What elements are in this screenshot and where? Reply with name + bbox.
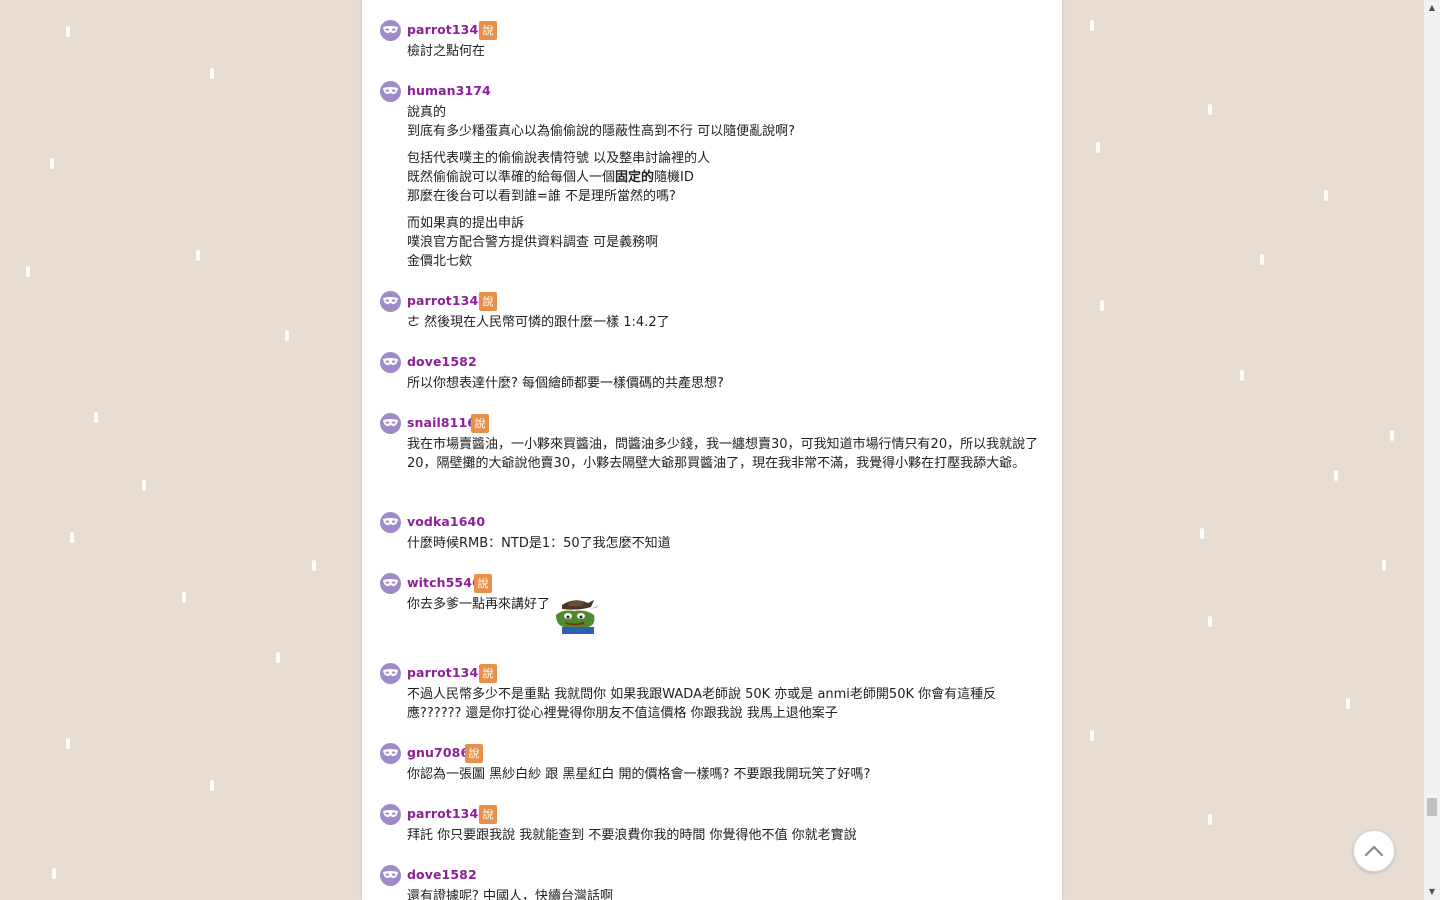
username[interactable]: parrot1344 bbox=[407, 805, 487, 823]
username[interactable]: dove1582 bbox=[407, 353, 477, 371]
anonymous-badge: 說 bbox=[474, 574, 492, 593]
comment-text: 拜託 你只要跟我說 我就能查到 不要浪費你我的時間 你覺得他不值 你就老實說 bbox=[407, 828, 857, 843]
mask-icon bbox=[380, 663, 401, 684]
comment-text: 所以你想表達什麼? 每個繪師都要一樣價碼的共產思想? bbox=[407, 376, 724, 391]
background-dot bbox=[1240, 370, 1244, 381]
comment-text: 說真的 到底有多少䊩蛋真心以為偷偷說的隱蔽性高到不行 可以隨便亂說啊? 包括代表… bbox=[407, 105, 796, 269]
mask-icon bbox=[380, 512, 401, 533]
anonymous-badge: 說 bbox=[479, 805, 497, 824]
background-dot bbox=[52, 868, 56, 879]
background-dot bbox=[1208, 104, 1212, 115]
background-dot bbox=[50, 158, 54, 169]
scroll-thumb[interactable] bbox=[1427, 798, 1437, 816]
background-dot bbox=[1096, 142, 1100, 153]
background-dot bbox=[276, 652, 280, 663]
username[interactable]: witch5546 bbox=[407, 574, 481, 592]
background-dot bbox=[66, 26, 70, 37]
comment-text: 還有證據呢? 中國人，快續台灣話啊 bbox=[407, 889, 614, 900]
chevron-up-icon bbox=[1364, 845, 1384, 857]
background-dot bbox=[1090, 730, 1094, 741]
background-dot bbox=[1324, 190, 1328, 201]
background-dot bbox=[210, 780, 214, 791]
background-dot bbox=[1260, 254, 1264, 265]
mask-icon bbox=[380, 291, 401, 312]
username[interactable]: parrot1344 bbox=[407, 21, 487, 39]
comment-text: 我在市場賣醬油，一小夥來買醬油，問醬油多少錢，我一纏想賣30，可我知道市場行情只… bbox=[407, 437, 1039, 471]
mask-icon bbox=[380, 804, 401, 825]
background-dot bbox=[285, 330, 289, 341]
username[interactable]: human3174 bbox=[407, 82, 491, 100]
comment-text: 什麼時候RMB：NTD是1：50了我怎麼不知道 bbox=[407, 536, 671, 551]
background-dot bbox=[94, 412, 98, 423]
comment-text: ㄜ 然後現在人民幣可憐的跟什麼一樣 1:4.2了 bbox=[407, 315, 670, 330]
username[interactable]: gnu7086 bbox=[407, 744, 469, 762]
anonymous-badge: 說 bbox=[471, 414, 489, 433]
mask-icon bbox=[380, 573, 401, 594]
anonymous-badge: 說 bbox=[465, 744, 483, 763]
username[interactable]: vodka1640 bbox=[407, 513, 485, 531]
username[interactable]: parrot1344 bbox=[407, 292, 487, 310]
mask-icon bbox=[380, 20, 401, 41]
back-to-top-button[interactable] bbox=[1353, 830, 1395, 872]
mask-icon bbox=[380, 865, 401, 886]
background-dot bbox=[196, 250, 200, 261]
background-dot bbox=[1346, 698, 1350, 709]
comment-text: 不過人民幣多少不是重點 我就問你 如果我跟WADA老師說 50K 亦或是 anm… bbox=[407, 687, 997, 721]
background-dot bbox=[142, 480, 146, 491]
comment-text: 檢討之點何在 bbox=[407, 44, 486, 59]
background-dot bbox=[1100, 300, 1104, 311]
mask-icon bbox=[380, 413, 401, 434]
anonymous-badge: 說 bbox=[479, 21, 497, 40]
background-dot bbox=[182, 592, 186, 603]
pepe-cowboy-sticker bbox=[554, 595, 600, 641]
comment-text: 你去多爹一點再來講好了 bbox=[407, 595, 1047, 641]
username[interactable]: dove1582 bbox=[407, 866, 477, 884]
comment-text: 你認為一張圖 黑紗白紗 跟 黑星紅白 開的價格會一樣嗎? 不要跟我開玩笑了好嗎? bbox=[407, 767, 871, 782]
page-scrollbar[interactable]: ▲ ▼ bbox=[1423, 0, 1440, 900]
background-dot bbox=[1208, 814, 1212, 825]
background-dot bbox=[312, 560, 316, 571]
mask-icon bbox=[380, 81, 401, 102]
username[interactable]: snail8116 bbox=[407, 414, 476, 432]
background-dot bbox=[66, 738, 70, 749]
scroll-up-arrow-icon[interactable]: ▲ bbox=[1424, 0, 1440, 16]
background-dot bbox=[1090, 20, 1094, 31]
background-dot bbox=[1200, 528, 1204, 539]
anonymous-badge: 說 bbox=[479, 664, 497, 683]
background-dot bbox=[70, 532, 74, 543]
background-dot bbox=[1334, 470, 1338, 481]
background-dot bbox=[210, 68, 214, 79]
background-dot bbox=[1382, 560, 1386, 571]
mask-icon bbox=[380, 352, 401, 373]
anonymous-badge: 說 bbox=[479, 292, 497, 311]
username[interactable]: parrot1344 bbox=[407, 664, 487, 682]
background-dot bbox=[1208, 616, 1212, 627]
mask-icon bbox=[380, 743, 401, 764]
background-dot bbox=[1390, 430, 1394, 441]
background-dot bbox=[26, 266, 30, 277]
scroll-down-arrow-icon[interactable]: ▼ bbox=[1424, 884, 1440, 900]
